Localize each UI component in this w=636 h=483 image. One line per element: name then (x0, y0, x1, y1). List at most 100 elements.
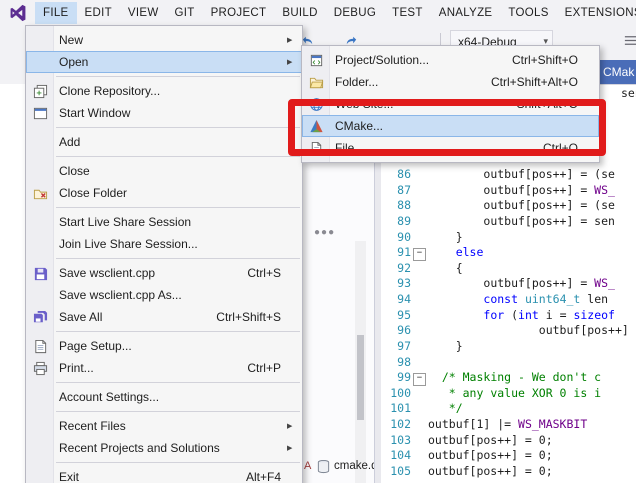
code-text[interactable]: } (428, 339, 463, 355)
menu-edit[interactable]: EDIT (77, 2, 120, 24)
line-number[interactable]: 91 (381, 245, 411, 261)
menu-extensions[interactable]: EXTENSIONS (557, 2, 636, 24)
code-text[interactable]: /* Masking - We don't c (428, 370, 601, 386)
menu-item-open[interactable]: Open▶ (26, 51, 302, 73)
tree-item-cmake-db[interactable]: A cmake.db (301, 457, 374, 475)
menu-git[interactable]: GIT (167, 2, 203, 24)
menu-separator (56, 156, 300, 157)
menu-item-save-all[interactable]: Save AllCtrl+Shift+S (26, 306, 302, 328)
tab-cmake-file[interactable]: CMak (594, 60, 636, 84)
fold-margin (411, 401, 428, 417)
line-number[interactable]: 94 (381, 292, 411, 308)
menu-item-account-settings[interactable]: Account Settings... (26, 386, 302, 408)
code-text[interactable]: } (428, 230, 463, 246)
menu-item-label: Project/Solution... (330, 53, 512, 67)
more-options-button[interactable]: ●●● (314, 227, 335, 238)
menu-item-join-live-share-session[interactable]: Join Live Share Session... (26, 233, 302, 255)
menu-item-label: Close (54, 164, 281, 178)
code-text[interactable]: outbuf[pos++] = 0; (428, 448, 553, 464)
submenu-arrow-icon: ▶ (287, 422, 302, 430)
line-number[interactable]: 92 (381, 261, 411, 277)
menu-item-new[interactable]: New▶ (26, 29, 302, 51)
menu-item-start-window[interactable]: Start Window (26, 102, 302, 124)
line-number[interactable]: 100 (381, 386, 411, 402)
menu-item-web-site[interactable]: Web Site...Shift+Alt+O (302, 93, 599, 115)
code-text[interactable]: outbuf[pos++] = sen (428, 214, 615, 230)
menu-item-shortcut: Ctrl+O (543, 141, 584, 155)
fold-collapse-icon[interactable]: − (411, 370, 428, 386)
fold-collapse-icon[interactable]: − (411, 245, 428, 261)
menu-item-folder[interactable]: Folder...Ctrl+Shift+Alt+O (302, 71, 599, 93)
code-text[interactable]: outbuf[pos++] = WS_ (428, 183, 615, 199)
line-number[interactable]: 97 (381, 339, 411, 355)
web-site-icon (302, 97, 330, 112)
menu-separator (56, 258, 300, 259)
line-number[interactable]: 98 (381, 355, 411, 371)
menu-build[interactable]: BUILD (274, 2, 325, 24)
menu-separator (56, 382, 300, 383)
menu-item-close-folder[interactable]: Close Folder (26, 182, 302, 204)
code-text[interactable]: outbuf[pos++] = (se (428, 167, 615, 183)
code-text[interactable]: const uint64_t len (428, 292, 608, 308)
solution-explorer-panel: ●●● A cmake.db (301, 161, 374, 483)
menu-item-label: New (54, 33, 281, 47)
line-number[interactable]: 103 (381, 433, 411, 449)
menu-item-cmake[interactable]: CMake... (302, 115, 599, 137)
scrollbar-thumb[interactable] (357, 335, 364, 420)
code-line-92: 92 { (375, 261, 636, 277)
menu-item-exit[interactable]: ExitAlt+F4 (26, 466, 302, 483)
line-number[interactable]: 102 (381, 417, 411, 433)
code-text[interactable]: outbuf[pos++] = 0; (428, 464, 553, 480)
code-text[interactable]: outbuf[pos++] = WS_ (428, 276, 615, 292)
line-number[interactable]: 104 (381, 448, 411, 464)
menu-item-add[interactable]: Add (26, 131, 302, 153)
code-text[interactable]: outbuf[pos++] = (428, 323, 636, 339)
submenu-arrow-icon: ▶ (287, 58, 302, 66)
line-number[interactable]: 87 (381, 183, 411, 199)
menu-item-label: Recent Projects and Solutions (54, 441, 281, 455)
menu-item-label: CMake... (330, 119, 578, 133)
line-number[interactable]: 90 (381, 230, 411, 246)
code-text[interactable]: outbuf[1] |= WS_MASKBIT (428, 417, 587, 433)
code-text[interactable]: */ (428, 401, 463, 417)
menu-item-clone-repository[interactable]: Clone Repository... (26, 80, 302, 102)
menu-view[interactable]: VIEW (120, 2, 167, 24)
code-text[interactable]: outbuf[pos++] = (se (428, 198, 615, 214)
code-text[interactable]: for (int i = sizeof (428, 308, 615, 324)
code-line-89: 89 outbuf[pos++] = sen (375, 214, 636, 230)
line-number[interactable]: 88 (381, 198, 411, 214)
menu-item-recent-files[interactable]: Recent Files▶ (26, 415, 302, 437)
line-number[interactable]: 89 (381, 214, 411, 230)
code-text[interactable]: * any value XOR 0 is i (428, 386, 601, 402)
code-line-87: 87 outbuf[pos++] = WS_ (375, 183, 636, 199)
menu-test[interactable]: TEST (384, 2, 431, 24)
line-number[interactable]: 93 (381, 276, 411, 292)
menu-analyze[interactable]: ANALYZE (431, 2, 501, 24)
menu-item-save-wsclient-cpp[interactable]: Save wsclient.cppCtrl+S (26, 262, 302, 284)
menu-item-print[interactable]: Print...Ctrl+P (26, 357, 302, 379)
line-number[interactable]: 86 (381, 167, 411, 183)
menu-item-project-solution[interactable]: Project/Solution...Ctrl+Shift+O (302, 49, 599, 71)
line-number[interactable]: 96 (381, 323, 411, 339)
menu-item-save-wsclient-cpp-as[interactable]: Save wsclient.cpp As... (26, 284, 302, 306)
line-number[interactable]: 105 (381, 464, 411, 480)
fold-margin (411, 339, 428, 355)
line-number[interactable]: 99 (381, 370, 411, 386)
toolbar-overflow-icon[interactable] (622, 32, 636, 49)
menu-project[interactable]: PROJECT (203, 2, 275, 24)
code-text[interactable]: { (428, 261, 463, 277)
line-number[interactable]: 101 (381, 401, 411, 417)
code-line-101: 101 */ (375, 401, 636, 417)
menu-item-file[interactable]: File...Ctrl+O (302, 137, 599, 159)
code-text[interactable]: else (428, 245, 483, 261)
menu-item-page-setup[interactable]: Page Setup... (26, 335, 302, 357)
explorer-scrollbar[interactable] (355, 241, 366, 483)
menu-debug[interactable]: DEBUG (326, 2, 384, 24)
menu-item-start-live-share-session[interactable]: Start Live Share Session (26, 211, 302, 233)
menu-item-recent-projects-and-solutions[interactable]: Recent Projects and Solutions▶ (26, 437, 302, 459)
menu-file[interactable]: FILE (35, 2, 77, 24)
menu-item-close[interactable]: Close (26, 160, 302, 182)
menu-tools[interactable]: TOOLS (500, 2, 556, 24)
line-number[interactable]: 95 (381, 308, 411, 324)
code-text[interactable]: outbuf[pos++] = 0; (428, 433, 553, 449)
